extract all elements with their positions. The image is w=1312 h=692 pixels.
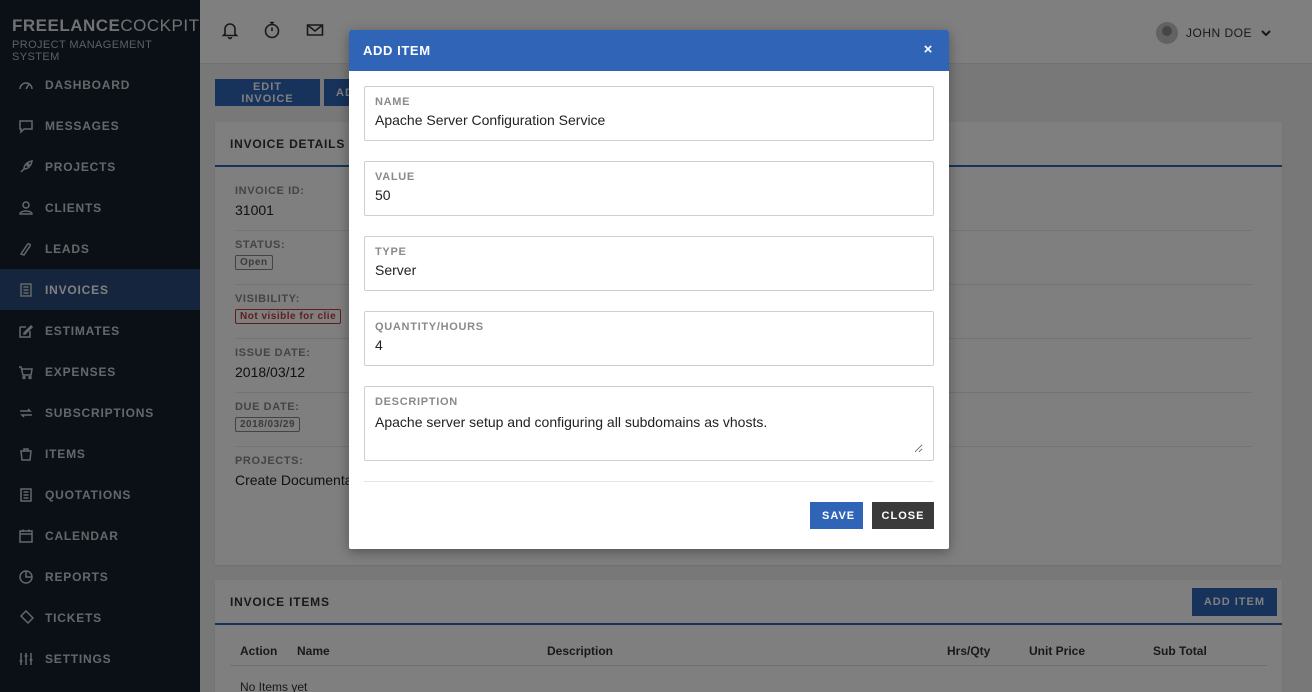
quantity-field: QUANTITY/HOURS — [364, 311, 934, 366]
value-input[interactable] — [375, 187, 923, 203]
save-button[interactable]: SAVE — [810, 502, 863, 529]
quantity-input[interactable] — [375, 337, 923, 353]
modal-header: ADD ITEM × — [349, 30, 949, 71]
close-button[interactable]: CLOSE — [872, 502, 934, 529]
description-textarea[interactable]: Apache server setup and configuring all … — [375, 413, 923, 453]
add-item-modal: ADD ITEM × NAME VALUE TYPE QUANTITY/HOUR… — [349, 30, 949, 549]
field-label: TYPE — [375, 246, 407, 258]
name-input[interactable] — [375, 112, 923, 128]
close-icon[interactable]: × — [924, 41, 933, 58]
description-field: DESCRIPTION Apache server setup and conf… — [364, 386, 934, 461]
modal-title: ADD ITEM — [363, 43, 431, 58]
value-field: VALUE — [364, 161, 934, 216]
type-input[interactable] — [375, 262, 923, 278]
field-label: QUANTITY/HOURS — [375, 321, 484, 333]
field-label: DESCRIPTION — [375, 396, 458, 408]
field-label: NAME — [375, 96, 411, 108]
name-field: NAME — [364, 86, 934, 141]
divider — [364, 481, 934, 482]
field-label: VALUE — [375, 171, 415, 183]
type-field: TYPE — [364, 236, 934, 291]
